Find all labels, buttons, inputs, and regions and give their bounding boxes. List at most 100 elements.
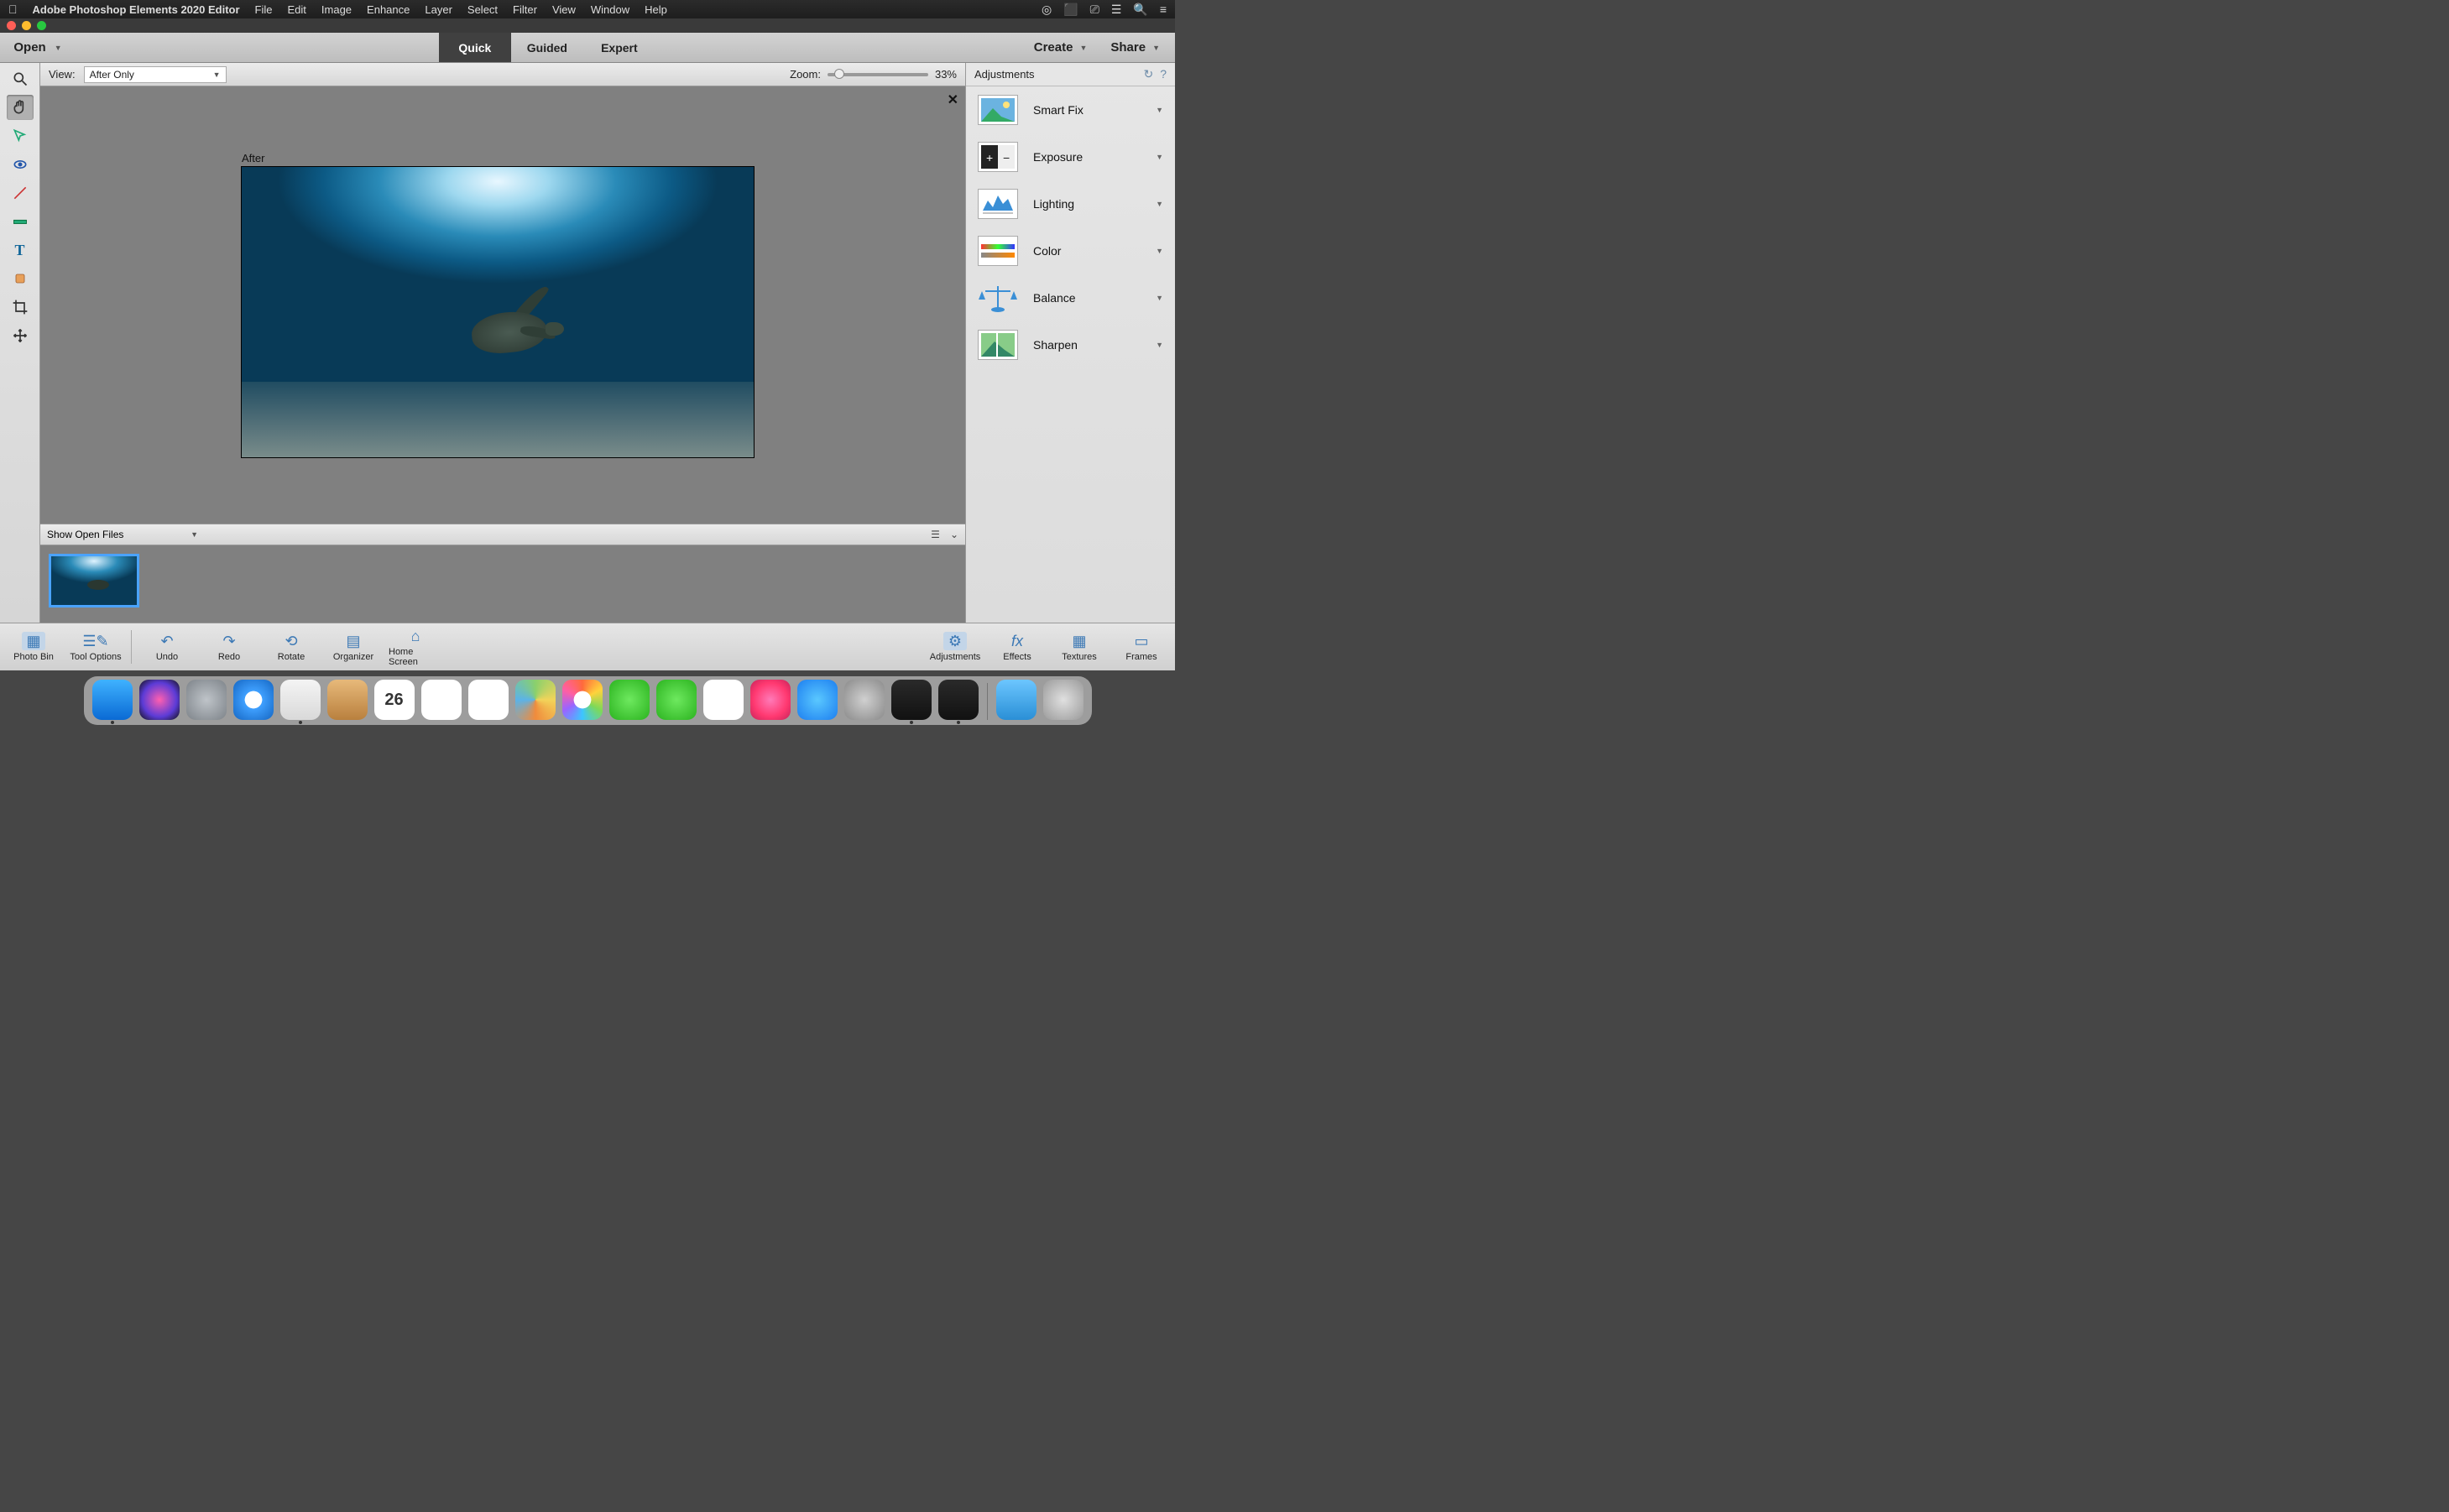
adjustments-tab-button[interactable]: ⚙Adjustments xyxy=(928,632,982,662)
dock-app-appstore[interactable] xyxy=(797,680,838,720)
tool-options-icon: ☰✎ xyxy=(84,632,107,650)
menu-file[interactable]: File xyxy=(255,3,273,16)
undo-button[interactable]: ↶Undo xyxy=(140,632,194,662)
chevron-down-icon: ▼ xyxy=(55,44,62,52)
undo-icon: ↶ xyxy=(155,632,179,650)
type-tool[interactable]: T xyxy=(7,237,34,263)
toolbox: T xyxy=(0,63,40,623)
menu-select[interactable]: Select xyxy=(467,3,498,16)
move-tool[interactable] xyxy=(7,323,34,348)
dock-app-calendar[interactable]: 26 xyxy=(374,680,415,720)
slider-thumb[interactable] xyxy=(834,69,844,79)
cc-icon[interactable]: ◎ xyxy=(1042,3,1052,17)
macos-dock: 26 xyxy=(0,670,1175,725)
dock-app-maps[interactable] xyxy=(515,680,556,720)
effects-tab-button[interactable]: fxEffects xyxy=(990,632,1044,662)
dock-app-settings[interactable] xyxy=(844,680,885,720)
adj-exposure[interactable]: +− Exposure▼ xyxy=(966,133,1175,180)
help-icon[interactable]: ? xyxy=(1160,67,1167,81)
view-mode-value: After Only xyxy=(90,69,134,81)
canvas-area[interactable]: ✕ After xyxy=(40,86,965,524)
zoom-window-button[interactable] xyxy=(37,21,46,30)
notification-icon[interactable]: ⬛ xyxy=(1063,3,1078,17)
dock-downloads[interactable] xyxy=(996,680,1037,720)
dock-app-news[interactable] xyxy=(703,680,744,720)
spot-healing-tool[interactable] xyxy=(7,266,34,291)
adj-balance[interactable]: Balance▼ xyxy=(966,274,1175,321)
dock-app-finder[interactable] xyxy=(92,680,133,720)
control-center-icon[interactable]: ☰ xyxy=(1111,3,1122,17)
workspace: T View: After Only ▼ Zoom: 33% ✕ After xyxy=(0,63,1175,623)
bin-collapse-icon[interactable]: ⌄ xyxy=(950,529,958,540)
view-mode-select[interactable]: After Only ▼ xyxy=(84,66,227,83)
airplay-icon[interactable]: ⎚ xyxy=(1090,3,1099,17)
dock-app-pse-organizer[interactable] xyxy=(891,680,932,720)
menu-view[interactable]: View xyxy=(552,3,576,16)
menu-extras-icon[interactable]: ≡ xyxy=(1160,3,1167,17)
straighten-tool[interactable] xyxy=(7,209,34,234)
hand-tool[interactable] xyxy=(7,95,34,120)
tab-quick[interactable]: Quick xyxy=(439,33,511,62)
dock-app-mail[interactable] xyxy=(280,680,321,720)
dock-app-pse-editor[interactable] xyxy=(938,680,979,720)
adj-sharpen[interactable]: Sharpen▼ xyxy=(966,321,1175,368)
zoom-tool[interactable] xyxy=(7,66,34,91)
create-menu-button[interactable]: Create▼ xyxy=(1034,40,1088,55)
whiten-teeth-tool[interactable] xyxy=(7,180,34,206)
menu-help[interactable]: Help xyxy=(645,3,667,16)
redeye-tool[interactable] xyxy=(7,152,34,177)
zoom-slider[interactable] xyxy=(828,73,928,76)
dock-app-facetime[interactable] xyxy=(656,680,697,720)
dock-app-contacts[interactable] xyxy=(327,680,368,720)
menu-window[interactable]: Window xyxy=(591,3,629,16)
svg-text:−: − xyxy=(1003,151,1010,164)
adj-color[interactable]: Color▼ xyxy=(966,227,1175,274)
bin-list-icon[interactable]: ☰ xyxy=(931,529,940,540)
dock-app-messages[interactable] xyxy=(609,680,650,720)
zoom-controls: Zoom: 33% xyxy=(790,68,957,81)
dock-app-reminders[interactable] xyxy=(468,680,509,720)
open-menu-button[interactable]: Open ▼ xyxy=(0,33,76,62)
minimize-window-button[interactable] xyxy=(22,21,31,30)
crop-tool[interactable] xyxy=(7,295,34,320)
textures-tab-button[interactable]: ▦Textures xyxy=(1052,632,1106,662)
adj-lighting[interactable]: Lighting▼ xyxy=(966,180,1175,227)
spotlight-icon[interactable]: 🔍 xyxy=(1133,3,1147,17)
menu-filter[interactable]: Filter xyxy=(513,3,537,16)
tab-expert[interactable]: Expert xyxy=(583,33,655,62)
adj-smart-fix[interactable]: Smart Fix▼ xyxy=(966,86,1175,133)
svg-text:+: + xyxy=(986,151,993,164)
dock-app-safari[interactable] xyxy=(233,680,274,720)
bin-view-select[interactable]: Show Open Files ▼ xyxy=(47,529,198,540)
dock-app-photos[interactable] xyxy=(562,680,603,720)
menu-edit[interactable]: Edit xyxy=(288,3,306,16)
document-image[interactable] xyxy=(242,167,754,457)
organizer-button[interactable]: ▤Organizer xyxy=(326,632,380,662)
home-screen-button[interactable]: ⌂Home Screen xyxy=(389,627,442,667)
redo-button[interactable]: ↷Redo xyxy=(202,632,256,662)
close-window-button[interactable] xyxy=(7,21,16,30)
share-menu-button[interactable]: Share▼ xyxy=(1110,40,1160,55)
organizer-icon: ▤ xyxy=(342,632,365,650)
dock-app-music[interactable] xyxy=(750,680,791,720)
zoom-value: 33% xyxy=(935,68,957,81)
close-document-button[interactable]: ✕ xyxy=(948,91,958,108)
tool-options-button[interactable]: ☰✎Tool Options xyxy=(69,632,123,662)
tab-guided[interactable]: Guided xyxy=(511,33,583,62)
dock-app-siri[interactable] xyxy=(139,680,180,720)
menu-image[interactable]: Image xyxy=(321,3,352,16)
menu-enhance[interactable]: Enhance xyxy=(367,3,410,16)
dock-app-notes[interactable] xyxy=(421,680,462,720)
bin-thumbnail[interactable] xyxy=(49,554,139,607)
photo-bin-button[interactable]: ▦Photo Bin xyxy=(7,632,60,662)
color-icon xyxy=(978,236,1018,266)
dock-trash[interactable] xyxy=(1043,680,1084,720)
frames-tab-button[interactable]: ▭Frames xyxy=(1115,632,1168,662)
rotate-button[interactable]: ⟲Rotate xyxy=(264,632,318,662)
adjustments-panel: Adjustments ↻ ? Smart Fix▼ +− Exposure▼ … xyxy=(965,63,1175,623)
dock-app-launchpad[interactable] xyxy=(186,680,227,720)
reset-icon[interactable]: ↻ xyxy=(1143,67,1153,81)
apple-icon[interactable]:  xyxy=(8,3,18,16)
menu-layer[interactable]: Layer xyxy=(425,3,452,16)
quick-selection-tool[interactable] xyxy=(7,123,34,149)
